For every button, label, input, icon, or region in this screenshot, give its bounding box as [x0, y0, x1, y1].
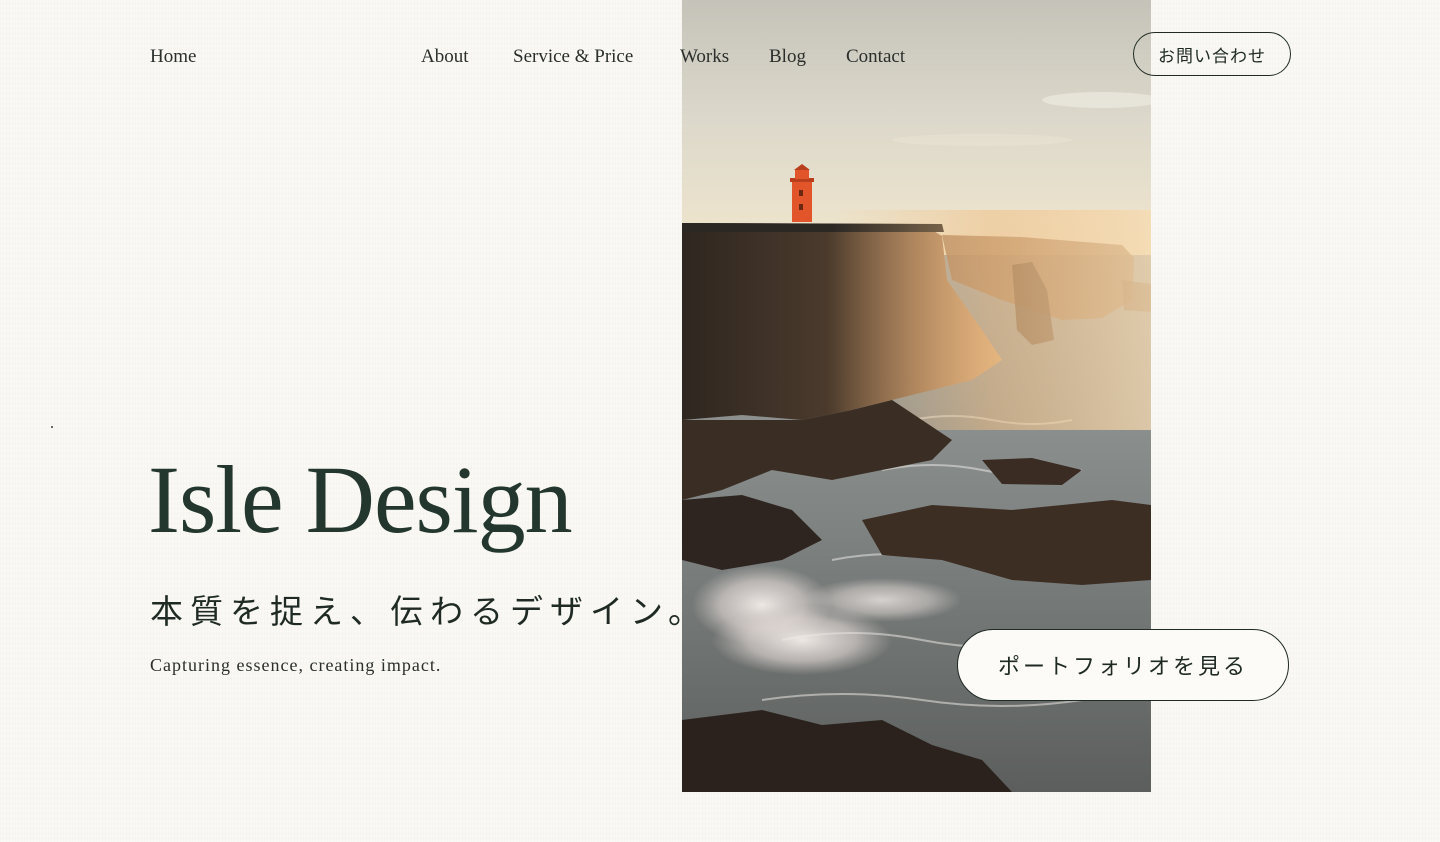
decorative-dot	[51, 426, 53, 428]
nav-about[interactable]: About	[421, 44, 469, 70]
nav-home[interactable]: Home	[150, 44, 196, 70]
hero-tagline-english: Capturing essence, creating impact.	[150, 655, 442, 675]
hero-title: Isle Design	[148, 446, 573, 553]
nav-blog[interactable]: Blog	[769, 44, 806, 70]
contact-inquiry-button[interactable]: お問い合わせ	[1133, 32, 1291, 76]
nav-contact[interactable]: Contact	[846, 44, 905, 70]
nav-service-price[interactable]: Service & Price	[513, 44, 633, 70]
nav-works[interactable]: Works	[680, 44, 729, 70]
view-portfolio-button[interactable]: ポートフォリオを見る	[957, 629, 1289, 701]
hero-tagline-japanese: 本質を捉え、伝わるデザイン。	[150, 595, 709, 631]
